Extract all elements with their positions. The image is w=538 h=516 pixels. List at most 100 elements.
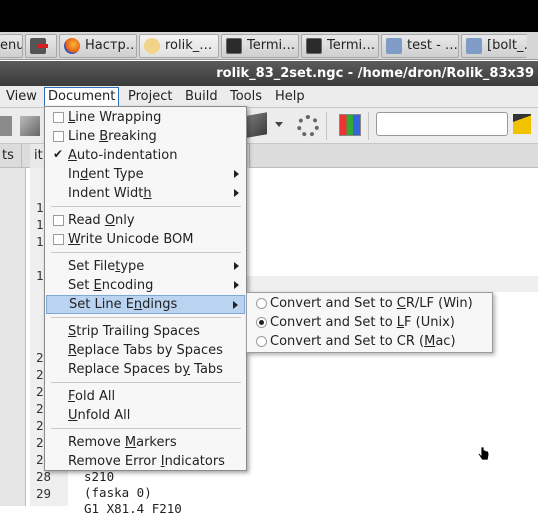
code-line: (faska 0)	[84, 485, 152, 500]
taskbar-item-label: rolik_…	[165, 38, 213, 53]
taskbar-item-terminal-1[interactable]: Termi…	[221, 33, 299, 58]
menu-item-label: Indent Width	[68, 186, 152, 201]
line-number: 1	[36, 234, 44, 249]
menu-item-label: Read Only	[68, 213, 135, 228]
code-line: G1 X81.4 F210	[84, 501, 182, 516]
submenu-item-lf-unix[interactable]: Convert and Set to LF (Unix)	[248, 313, 491, 332]
menu-document[interactable]: Document	[44, 87, 120, 107]
menu-item-remove-markers[interactable]: Remove Markers	[46, 433, 245, 452]
line-number: 2	[36, 350, 44, 365]
line-number: 29	[36, 486, 52, 501]
menu-item-strip-trailing-spaces[interactable]: Strip Trailing Spaces	[46, 322, 245, 341]
menu-separator	[51, 428, 241, 429]
menu-item-replace-spaces-by-tabs[interactable]: Replace Spaces by Tabs	[46, 360, 245, 379]
menu-item-line-breaking[interactable]: Line Breaking	[46, 127, 245, 146]
menu-item-set-filetype[interactable]: Set Filetype	[46, 257, 245, 276]
menu-separator	[51, 206, 241, 207]
checkbox-icon	[53, 215, 64, 226]
document-menu: Line Wrapping Line Breaking ✔ Auto-indentat…	[44, 106, 247, 471]
menu-item-label: Set Filetype	[68, 259, 145, 274]
folder-icon	[386, 37, 402, 54]
sidebar-tab[interactable]: ts	[0, 144, 22, 168]
line-number: 2	[36, 401, 44, 416]
menu-item-line-wrapping[interactable]: Line Wrapping	[46, 108, 245, 127]
menu-separator	[51, 252, 241, 253]
checkmark-icon: ✔	[53, 147, 64, 161]
taskbar-item-firefox[interactable]: Настр…	[59, 33, 137, 58]
color-chooser-icon[interactable]	[339, 114, 361, 136]
taskbar-item-folder-test[interactable]: test - …	[381, 33, 459, 58]
menu-item-indent-type[interactable]: Indent Type	[46, 165, 245, 184]
taskbar: enu Настр… rolik_… Termi… Termi… test - …	[0, 32, 538, 60]
menu-item-label: Replace Tabs by Spaces	[68, 343, 223, 358]
folder-icon	[466, 37, 482, 54]
radio-icon	[256, 298, 267, 309]
menu-item-set-encoding[interactable]: Set Encoding	[46, 276, 245, 295]
taskbar-item-label: Настр…	[85, 38, 137, 53]
gear-icon[interactable]	[297, 115, 319, 137]
line-number: 28	[36, 469, 52, 484]
menu-item-replace-tabs-by-spaces[interactable]: Replace Tabs by Spaces	[46, 341, 245, 360]
terminal-icon	[306, 37, 322, 54]
menu-project[interactable]: Project	[125, 87, 175, 107]
taskbar-item-label: test - …	[407, 38, 458, 53]
menu-item-label: Unfold All	[68, 408, 131, 423]
clear-broom-icon[interactable]	[513, 114, 531, 134]
submenu-item-crlf-win[interactable]: Convert and Set to CR/LF (Win)	[248, 294, 491, 313]
search-input[interactable]	[376, 112, 508, 136]
menu-item-label: Line Wrapping	[68, 110, 162, 125]
menu-item-label: Replace Spaces by Tabs	[68, 362, 223, 377]
taskbar-item-terminal-2[interactable]: Termi…	[301, 33, 379, 58]
taskbar-menu-button[interactable]: enu	[0, 33, 23, 58]
terminal-icon	[226, 37, 242, 54]
menu-item-label: Set Line Endings	[69, 297, 178, 312]
window-title: rolik_83_2set.ngc - /home/dron/Rolik_83x…	[0, 61, 538, 86]
taskbar-logout-button[interactable]	[25, 33, 57, 58]
toolbar-separator	[368, 112, 369, 140]
taskbar-item-folder-bolt[interactable]: [bolt_…	[461, 33, 527, 58]
menu-item-remove-error-indicators[interactable]: Remove Error Indicators	[46, 452, 245, 471]
toolbar-separator	[326, 112, 327, 140]
radio-icon	[256, 336, 267, 347]
menu-help[interactable]: Help	[272, 87, 308, 107]
menu-item-label: Write Unicode BOM	[68, 232, 194, 247]
checkbox-icon	[53, 131, 64, 142]
toolbar-icon-partial[interactable]	[0, 116, 12, 136]
menu-item-label: Convert and Set to CR (Mac)	[270, 334, 456, 349]
chevron-right-icon	[234, 262, 239, 270]
menu-item-label: Fold All	[68, 389, 116, 404]
line-number: 1	[36, 200, 44, 215]
toolbar-icon-partial-2[interactable]	[20, 116, 40, 136]
menu-build[interactable]: Build	[182, 87, 221, 107]
chevron-right-icon	[234, 170, 239, 178]
taskbar-item-geany[interactable]: rolik_…	[139, 33, 219, 58]
build-icon[interactable]	[247, 112, 267, 138]
menu-item-label: Remove Markers	[68, 435, 177, 450]
top-panel	[0, 0, 538, 32]
taskbar-item-label: [bolt_…	[487, 38, 527, 53]
menu-item-auto-indentation[interactable]: ✔ Auto-indentation	[46, 146, 245, 165]
menu-item-fold-all[interactable]: Fold All	[46, 387, 245, 406]
menu-item-unfold-all[interactable]: Unfold All	[46, 406, 245, 425]
chevron-right-icon	[233, 301, 238, 309]
code-line: s210	[84, 469, 115, 484]
line-number: 1	[36, 217, 44, 232]
line-number: 2	[36, 384, 44, 399]
menu-item-indent-width[interactable]: Indent Width	[46, 184, 245, 203]
menu-tools[interactable]: Tools	[227, 87, 265, 107]
menu-item-label: Convert and Set to CR/LF (Win)	[270, 296, 473, 311]
taskbar-item-label: enu	[0, 38, 23, 53]
menu-item-set-line-endings[interactable]: Set Line Endings	[46, 295, 245, 314]
menu-item-read-only[interactable]: Read Only	[46, 211, 245, 230]
chevron-down-icon[interactable]	[275, 122, 283, 127]
menu-separator	[51, 382, 241, 383]
menu-item-write-unicode-bom[interactable]: Write Unicode BOM	[46, 230, 245, 249]
line-number: 1	[36, 268, 44, 283]
menu-item-label: Line Breaking	[68, 129, 157, 144]
menu-view[interactable]: View	[3, 87, 40, 107]
submenu-item-cr-mac[interactable]: Convert and Set to CR (Mac)	[248, 332, 491, 351]
sidebar-panel	[0, 168, 26, 506]
taskbar-item-label: Termi…	[327, 38, 376, 53]
logout-icon	[30, 37, 48, 54]
line-number: 2	[36, 452, 44, 467]
